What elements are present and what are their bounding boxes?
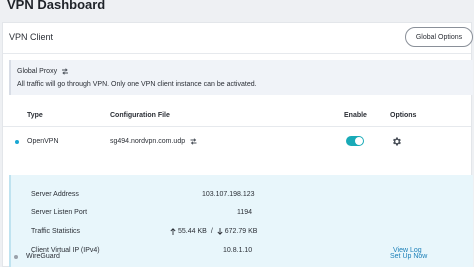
- global-proxy-title: Global Proxy: [17, 68, 69, 75]
- switch-config-icon[interactable]: [189, 138, 198, 145]
- traffic-up: 55.44 KB: [178, 228, 207, 235]
- row-type: WireGuard: [26, 253, 60, 260]
- enable-toggle[interactable]: [346, 136, 364, 146]
- listen-port-value: 1194: [237, 209, 253, 216]
- traffic-label: Traffic Statistics: [31, 228, 81, 235]
- card-title: VPN Client: [9, 32, 54, 42]
- global-options-button[interactable]: Global Options: [405, 27, 473, 47]
- traffic-down: 672.79 KB: [224, 228, 258, 235]
- gear-icon[interactable]: [391, 136, 402, 147]
- col-type: Type: [27, 112, 43, 119]
- server-address-label: Server Address: [31, 191, 79, 198]
- header-divider: [3, 126, 471, 127]
- col-options: Options: [390, 112, 417, 119]
- server-address-value: 103.107.198.123: [202, 191, 255, 198]
- status-dot: [14, 255, 18, 259]
- top-bar: VPN Dashboard: [0, 0, 474, 22]
- status-dot: [15, 140, 19, 144]
- table-row-wireguard: WireGuard Set Up Now: [0, 248, 474, 266]
- table-header: Type Configuration File Enable Options: [3, 109, 471, 123]
- arrow-down-icon: [217, 228, 223, 235]
- arrow-up-icon: [170, 228, 176, 235]
- toggle-knob: [355, 137, 363, 145]
- vpn-client-card: VPN Client Global Options Global Proxy A…: [2, 22, 473, 267]
- global-proxy-description: All traffic will go through VPN. Only on…: [17, 81, 257, 88]
- set-up-now-link[interactable]: Set Up Now: [390, 253, 427, 260]
- col-config: Configuration File: [110, 112, 170, 119]
- row-type: OpenVPN: [27, 138, 59, 145]
- traffic-separator: /: [210, 228, 213, 235]
- row-config: sg494.nordvpn.com.udp: [110, 138, 198, 145]
- traffic-value: 55.44 KB / 672.79 KB: [170, 228, 257, 235]
- page-title: VPN Dashboard: [7, 0, 106, 12]
- listen-port-label: Server Listen Port: [31, 209, 88, 216]
- table-row-openvpn: OpenVPN sg494.nordvpn.com.udp: [3, 136, 471, 150]
- global-proxy-label: Global Proxy: [17, 68, 58, 75]
- card-header: VPN Client Global Options: [3, 23, 473, 51]
- global-proxy-box: Global Proxy All traffic will go through…: [9, 60, 473, 95]
- col-enable: Enable: [344, 112, 367, 119]
- switch-arrows-icon[interactable]: [61, 68, 69, 75]
- divider: [3, 53, 471, 54]
- config-file-name: sg494.nordvpn.com.udp: [110, 138, 186, 145]
